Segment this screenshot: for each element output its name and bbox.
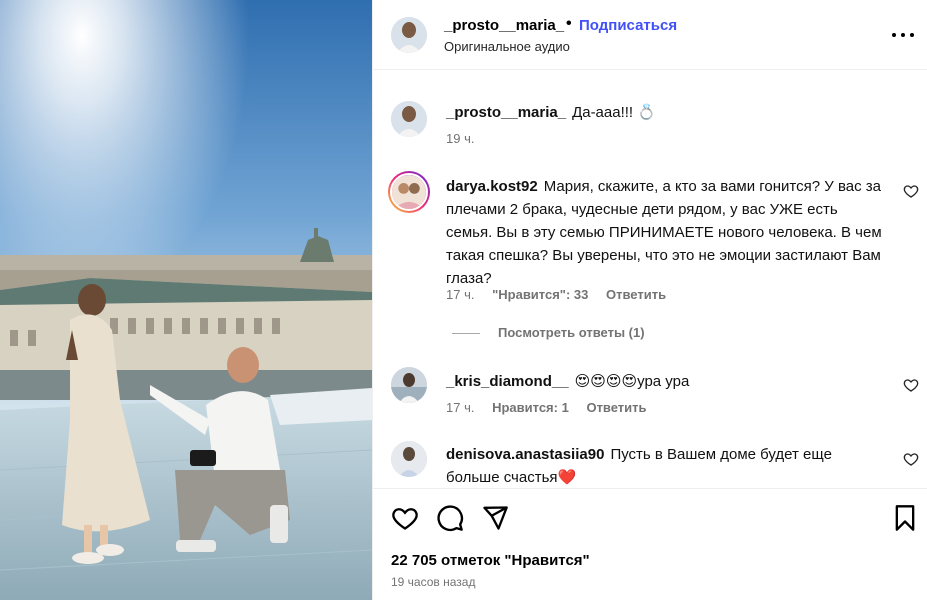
share-icon[interactable]: [481, 504, 509, 532]
post-header: _prosto__maria_ • Подписаться Оригинальн…: [373, 0, 927, 70]
post-actions: 22 705 отметок "Нравится" 19 часов назад: [373, 488, 927, 600]
caption-username[interactable]: _prosto__maria_: [446, 104, 566, 121]
view-replies-button[interactable]: Посмотреть ответы (1): [452, 325, 645, 340]
comment-likes[interactable]: "Нравится": 33: [492, 287, 588, 302]
comment-body: 😍😍😍😍ура ура: [574, 373, 690, 390]
comment-text: _kris_diamond__ 😍😍😍😍ура ура: [446, 370, 886, 393]
heart-icon[interactable]: [903, 377, 919, 393]
caption-meta: 19 ч.: [446, 131, 488, 146]
caption-author-avatar[interactable]: [391, 101, 427, 137]
comment-username[interactable]: _kris_diamond__: [446, 373, 569, 390]
post-time: 19 часов назад: [391, 575, 476, 589]
commenter-avatar[interactable]: [391, 441, 427, 477]
heart-icon[interactable]: [903, 451, 919, 467]
commenter-avatar[interactable]: [391, 367, 427, 403]
caption-body: Да-ааа!!! 💍: [572, 104, 656, 121]
reply-button[interactable]: Ответить: [586, 400, 646, 415]
heart-icon[interactable]: [903, 183, 919, 199]
follow-button[interactable]: Подписаться: [579, 17, 677, 34]
heart-icon[interactable]: [391, 504, 419, 532]
separator-dot: •: [566, 15, 572, 32]
comment-text: denisova.anastasiia90 Пусть в Вашем доме …: [446, 443, 886, 488]
more-horizontal-icon[interactable]: [889, 20, 917, 48]
original-audio-link[interactable]: Оригинальное аудио: [444, 39, 570, 54]
caption-time: 19 ч.: [446, 131, 475, 146]
comment-text: darya.kost92 Мария, скажите, а кто за вам…: [446, 175, 886, 290]
comment-time: 17 ч.: [446, 400, 475, 415]
story-ring-avatar[interactable]: [388, 171, 430, 213]
post-details-pane: _prosto__maria_ • Подписаться Оригинальн…: [372, 0, 927, 600]
comment-meta: 17 ч. "Нравится": 33 Ответить: [446, 287, 680, 302]
comment-time: 17 ч.: [446, 287, 475, 302]
author-avatar[interactable]: [391, 17, 427, 53]
comment-meta: 17 ч. Нравится: 1 Ответить: [446, 400, 661, 415]
comment-icon[interactable]: [436, 504, 464, 532]
reply-button[interactable]: Ответить: [606, 287, 666, 302]
comments-list[interactable]: _prosto__maria_ Да-ааа!!! 💍 19 ч. darya.k…: [373, 71, 927, 488]
comment-username[interactable]: darya.kost92: [446, 178, 538, 195]
view-replies-label: Посмотреть ответы (1): [498, 325, 645, 340]
bookmark-icon[interactable]: [891, 504, 919, 532]
author-username[interactable]: _prosto__maria_: [444, 17, 564, 34]
replies-divider: [452, 333, 480, 335]
comment-username[interactable]: denisova.anastasiia90: [446, 446, 604, 463]
post-photo[interactable]: [0, 0, 372, 600]
likes-count[interactable]: 22 705 отметок "Нравится": [391, 552, 590, 569]
proposal-photo: [0, 0, 372, 600]
caption-text: _prosto__maria_ Да-ааа!!! 💍: [446, 101, 886, 124]
comment-likes[interactable]: Нравится: 1: [492, 400, 569, 415]
